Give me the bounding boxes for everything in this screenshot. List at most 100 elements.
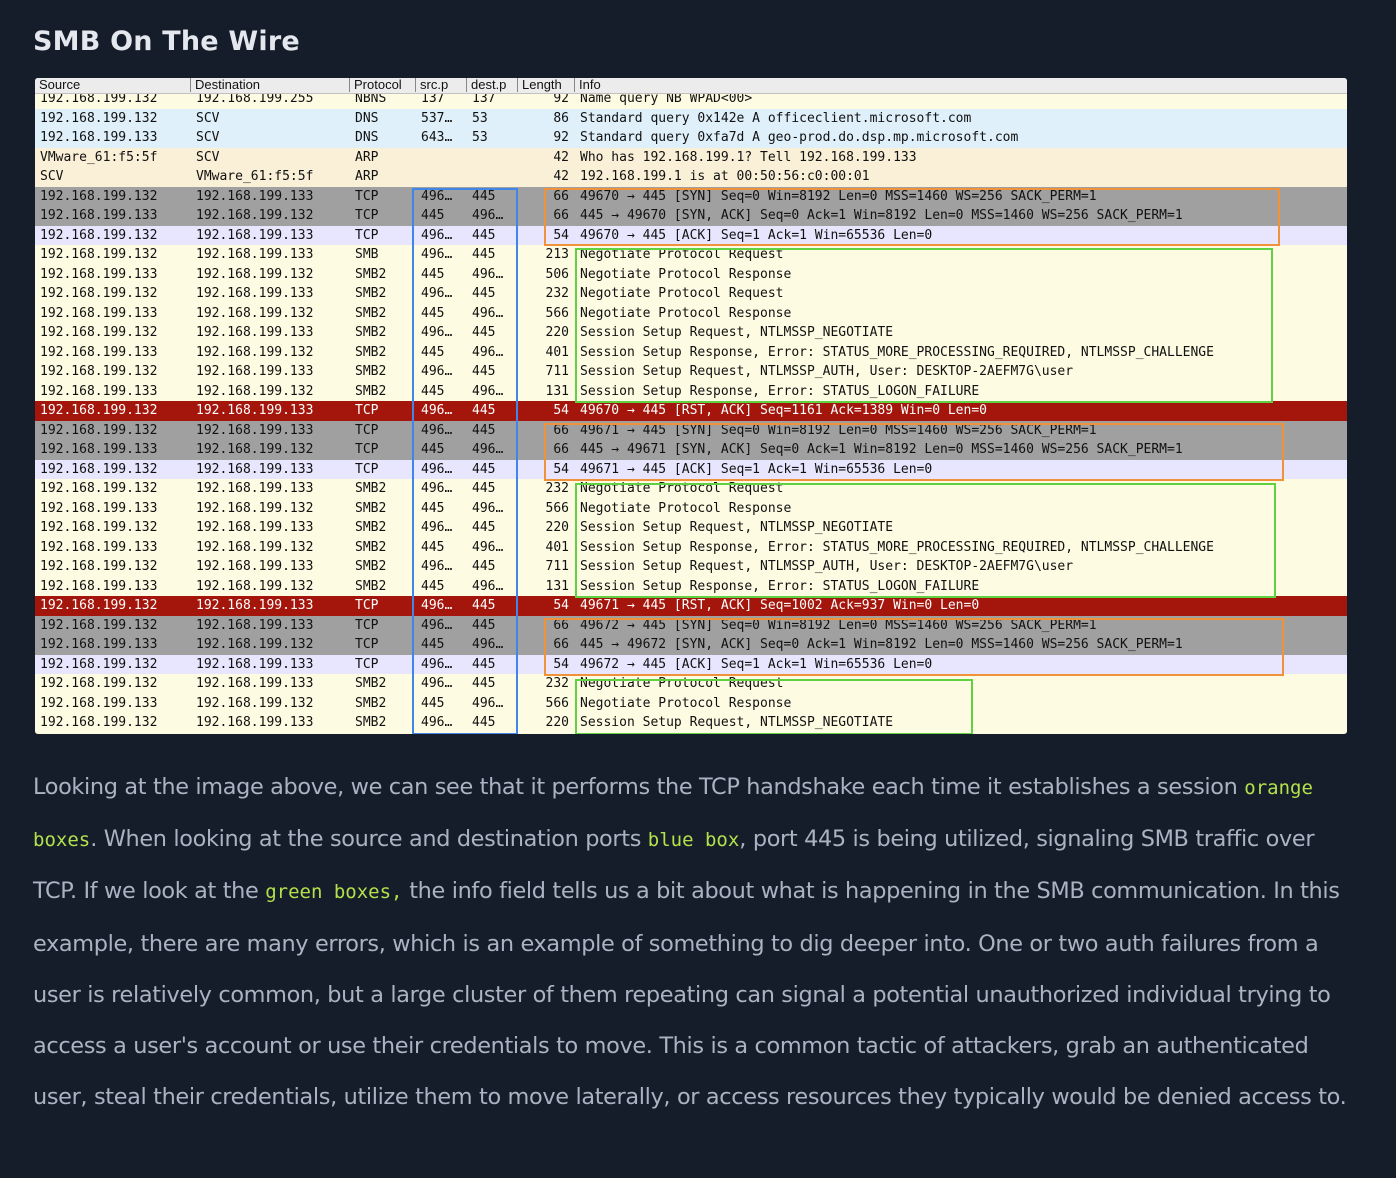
cell-source: 192.168.199.132: [40, 188, 158, 204]
packet-row[interactable]: 192.168.199.133 192.168.199.132 SMB2 445 496…: [35, 264, 1347, 284]
cell-info: Session Setup Request, NTLMSSP_AUTH, Use…: [580, 559, 1074, 574]
cell-info: 445 → 49672 [SYN, ACK] Seq=0 Ack=1 Win=8…: [580, 637, 1183, 652]
cell-info: Session Setup Request, NTLMSSP_NEGOTIATE: [580, 325, 894, 340]
cell-source: 192.168.199.132: [40, 656, 158, 672]
packet-row[interactable]: 192.168.199.133 SCV DNS 643… 53 92 Standard qu…: [35, 128, 1347, 148]
cell-dest-port: 445: [472, 247, 496, 262]
packet-row[interactable]: 192.168.199.133 192.168.199.132 SMB2 445 496…: [35, 498, 1347, 518]
cell-protocol: SMB2: [355, 500, 387, 516]
packet-row[interactable]: 192.168.199.132 192.168.199.133 TCP 496… 445…: [35, 225, 1347, 245]
cell-length: 401: [545, 539, 569, 555]
cell-length: 42: [553, 149, 569, 165]
cell-length: 131: [545, 578, 569, 594]
cell-length: 92: [553, 130, 569, 145]
cell-destination: 192.168.199.133: [196, 481, 314, 496]
cell-source: 192.168.199.133: [40, 130, 158, 145]
packet-row[interactable]: 192.168.199.133 192.168.199.132 TCP 445 496……: [35, 206, 1347, 226]
cell-destination: 192.168.199.132: [196, 539, 314, 555]
cell-info: Negotiate Protocol Request: [580, 676, 784, 691]
cell-length: 220: [545, 715, 569, 730]
packet-row[interactable]: 192.168.199.132 192.168.199.133 TCP 496… 445…: [35, 401, 1347, 421]
cell-length: 220: [545, 520, 569, 535]
cell-destination: 192.168.199.133: [196, 617, 314, 633]
packet-row[interactable]: 192.168.199.132 192.168.199.133 SMB2 496… 44…: [35, 479, 1347, 499]
cell-protocol: SMB2: [355, 286, 387, 301]
packet-row[interactable]: 192.168.199.133 192.168.199.132 SMB2 445 496…: [35, 576, 1347, 596]
cell-info: 445 → 49671 [SYN, ACK] Seq=0 Ack=1 Win=8…: [580, 442, 1183, 457]
cell-protocol: SMB: [355, 247, 379, 262]
cell-info: Negotiate Protocol Response: [580, 500, 792, 516]
packet-row[interactable]: 192.168.199.132 192.168.199.133 SMB2 496… 44…: [35, 713, 1347, 733]
cell-info: Standard query 0xfa7d A geo-prod.do.dsp.…: [580, 130, 1019, 145]
packet-row[interactable]: 192.168.199.132 192.168.199.133 SMB2 496… 44…: [35, 362, 1347, 382]
cell-protocol: TCP: [355, 637, 379, 652]
packet-row[interactable]: 192.168.199.133 192.168.199.132 TCP 445 496……: [35, 635, 1347, 655]
cell-src-port: 496…: [421, 227, 453, 243]
packet-row[interactable]: 192.168.199.132 SCV DNS 537… 53 86 Standard qu…: [35, 108, 1347, 128]
packet-row[interactable]: 192.168.199.132 192.168.199.133 SMB 496… 445…: [35, 245, 1347, 265]
cell-length: 213: [545, 247, 569, 262]
cell-info: 49670 → 445 [ACK] Seq=1 Ack=1 Win=65536 …: [580, 227, 933, 243]
packet-row[interactable]: 192.168.199.133 192.168.199.132 SMB2 445 496…: [35, 537, 1347, 557]
cell-length: 711: [545, 364, 569, 379]
cell-dest-port: 445: [472, 520, 496, 535]
packet-row[interactable]: 192.168.199.132 192.168.199.133 TCP 496… 445…: [35, 615, 1347, 635]
cell-destination: 192.168.199.132: [196, 695, 314, 711]
cell-length: 566: [545, 500, 569, 516]
packet-row[interactable]: 192.168.199.132 192.168.199.133 SMB2 496… 44…: [35, 557, 1347, 577]
packet-row[interactable]: 192.168.199.132 192.168.199.133 SMB2 496… 44…: [35, 323, 1347, 343]
packet-row[interactable]: 192.168.199.132 192.168.199.133 TCP 496… 445…: [35, 420, 1347, 440]
cell-source: 192.168.199.133: [40, 637, 158, 652]
packet-row[interactable]: 192.168.199.132 192.168.199.133 SMB2 496… 44…: [35, 284, 1347, 304]
packet-row[interactable]: 192.168.199.133 192.168.199.132 TCP 445 496……: [35, 440, 1347, 460]
packet-row[interactable]: VMware_61:f5:5f SCV ARP 42 Who has 192.168.1…: [35, 147, 1347, 167]
packet-row[interactable]: 192.168.199.132 192.168.199.133 TCP 496… 445…: [35, 596, 1347, 616]
cell-source: 192.168.199.132: [40, 559, 158, 574]
packet-row[interactable]: SCV VMware_61:f5:5f ARP 42 192.168.199.1 is …: [35, 167, 1347, 187]
cell-dest-port: 445: [472, 598, 496, 613]
column-dest-port: dest.p: [466, 78, 517, 92]
cell-destination: 192.168.199.133: [196, 656, 314, 672]
column-protocol: Protocol: [349, 78, 415, 92]
inline-code-blue-box: blue box: [647, 829, 740, 852]
packet-row[interactable]: 192.168.199.132 192.168.199.133 SMB2 496… 44…: [35, 674, 1347, 694]
cell-destination: 192.168.199.133: [196, 520, 314, 535]
cell-source: 192.168.199.133: [40, 266, 158, 282]
cell-src-port: 445: [421, 637, 445, 652]
cell-destination: 192.168.199.132: [196, 500, 314, 516]
packet-row[interactable]: 192.168.199.132 192.168.199.133 TCP 496… 445…: [35, 186, 1347, 206]
cell-info: 49671 → 445 [ACK] Seq=1 Ack=1 Win=65536 …: [580, 461, 933, 477]
cell-source: 192.168.199.133: [40, 383, 158, 399]
cell-dest-port: 496…: [472, 305, 504, 321]
packet-list: 192.168.199.132 192.168.199.255 NBNS 137 137…: [35, 89, 1347, 733]
cell-length: 232: [545, 481, 569, 496]
packet-row[interactable]: 192.168.199.133 192.168.199.132 SMB2 445 496…: [35, 693, 1347, 713]
packet-row[interactable]: 192.168.199.132 192.168.199.133 TCP 496… 445…: [35, 654, 1347, 674]
cell-source: 192.168.199.132: [40, 617, 158, 633]
packet-row[interactable]: 192.168.199.133 192.168.199.132 SMB2 445 496…: [35, 342, 1347, 362]
cell-destination: 192.168.199.132: [196, 637, 314, 652]
cell-src-port: 496…: [421, 325, 453, 340]
cell-source: 192.168.199.132: [40, 110, 158, 126]
cell-destination: 192.168.199.132: [196, 305, 314, 321]
packet-row[interactable]: 192.168.199.133 192.168.199.132 SMB2 445 496…: [35, 303, 1347, 323]
cell-protocol: TCP: [355, 461, 379, 477]
cell-src-port: 537…: [421, 110, 453, 126]
cell-length: 566: [545, 305, 569, 321]
cell-src-port: 496…: [421, 656, 453, 672]
cell-protocol: SMB2: [355, 344, 387, 360]
packet-row[interactable]: 192.168.199.132 192.168.199.133 SMB2 496… 44…: [35, 518, 1347, 538]
cell-protocol: SMB2: [355, 695, 387, 711]
cell-protocol: DNS: [355, 110, 379, 126]
cell-src-port: 445: [421, 344, 445, 360]
cell-source: 192.168.199.132: [40, 481, 158, 496]
cell-dest-port: 53: [472, 130, 488, 145]
packet-row[interactable]: 192.168.199.132 192.168.199.133 TCP 496… 445…: [35, 459, 1347, 479]
cell-src-port: 445: [421, 266, 445, 282]
cell-info: Session Setup Request, NTLMSSP_AUTH, Use…: [580, 364, 1074, 379]
packet-row[interactable]: 192.168.199.133 192.168.199.132 SMB2 445 496…: [35, 381, 1347, 401]
cell-info: 49671 → 445 [RST, ACK] Seq=1002 Ack=937 …: [580, 598, 980, 613]
cell-dest-port: 445: [472, 715, 496, 730]
cell-length: 401: [545, 344, 569, 360]
cell-length: 54: [553, 227, 569, 243]
